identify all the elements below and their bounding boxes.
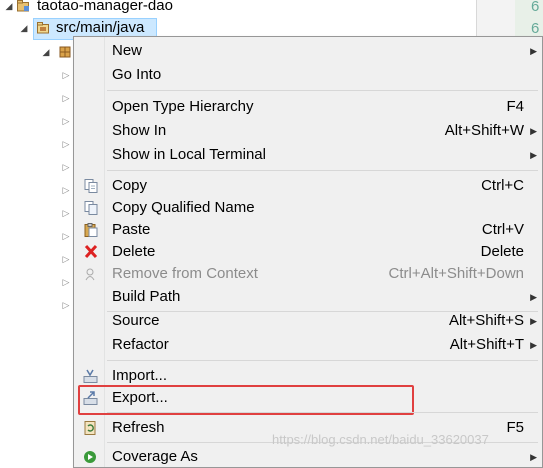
menu-item-show-in[interactable]: Show In Alt+Shift+W ▶ <box>76 120 540 142</box>
submenu-arrow-icon: ▶ <box>530 126 537 136</box>
source-folder-label: src/main/java <box>56 19 145 36</box>
project-label: taotao-manager-dao <box>37 0 173 14</box>
submenu-arrow-icon: ▶ <box>530 316 537 326</box>
menu-item-copy[interactable]: Copy Ctrl+C <box>76 175 540 197</box>
line-number: 6 <box>531 20 540 37</box>
menu-item-shortcut: Ctrl+C <box>481 177 524 194</box>
menu-item-label: Refresh <box>112 419 165 436</box>
expand-icon[interactable]: ▷ <box>61 300 71 311</box>
menu-separator <box>107 170 538 171</box>
expand-icon[interactable]: ▷ <box>61 277 71 288</box>
menu-item-remove-from-context[interactable]: Remove from Context Ctrl+Alt+Shift+Down <box>76 263 540 285</box>
menu-item-shortcut: Delete <box>480 243 524 260</box>
menu-item-new[interactable]: New ▶ <box>76 40 540 62</box>
menu-item-copy-qualified-name[interactable]: Copy Qualified Name <box>76 197 540 219</box>
menu-item-paste[interactable]: Paste Ctrl+V <box>76 219 540 241</box>
expand-icon[interactable]: ▷ <box>61 116 71 127</box>
submenu-arrow-icon: ▶ <box>530 150 537 160</box>
context-menu: New ▶ Go Into Open Type Hierarchy F4 Sho… <box>73 36 543 468</box>
menu-item-label: Delete <box>112 243 156 260</box>
menu-item-label: Import... <box>112 367 168 384</box>
menu-item-open-type-hierarchy[interactable]: Open Type Hierarchy F4 <box>76 96 540 118</box>
project-icon <box>17 0 29 12</box>
menu-item-delete[interactable]: Delete Delete <box>76 241 540 263</box>
package-icon <box>59 46 71 58</box>
expand-icon[interactable]: ▷ <box>61 254 71 265</box>
menu-item-label: New <box>112 42 143 59</box>
expand-icon[interactable]: ▷ <box>61 162 71 173</box>
tree-item-package[interactable]: ◢ <box>0 42 80 62</box>
menu-item-source[interactable]: Source Alt+Shift+S ▶ <box>76 310 540 332</box>
menu-item-refactor[interactable]: Refactor Alt+Shift+T ▶ <box>76 334 540 356</box>
import-icon <box>83 369 98 383</box>
source-folder-icon <box>37 22 49 34</box>
expand-icon[interactable]: ▷ <box>61 93 71 104</box>
menu-item-import[interactable]: Import... <box>76 365 540 387</box>
menu-item-shortcut: Ctrl+V <box>481 221 524 238</box>
tree-item-source-folder[interactable]: ◢ src/main/java <box>0 18 470 38</box>
expand-icon[interactable]: ▷ <box>61 70 71 81</box>
coverage-icon <box>84 451 96 463</box>
collapse-icon[interactable]: ◢ <box>41 42 51 62</box>
menu-item-label: Show in Local Terminal <box>112 146 266 163</box>
copy-qualified-icon <box>84 201 98 215</box>
menu-item-shortcut: F4 <box>506 98 524 115</box>
copy-icon <box>84 179 98 193</box>
submenu-arrow-icon: ▶ <box>530 452 537 462</box>
tree-item-project[interactable]: ◢ taotao-manager-dao <box>0 0 470 16</box>
collapse-icon[interactable]: ◢ <box>4 0 14 16</box>
expand-icon[interactable]: ▷ <box>61 185 71 196</box>
menu-item-label: Remove from Context <box>112 265 258 282</box>
menu-item-shortcut: Alt+Shift+T <box>449 336 524 353</box>
menu-item-label: Source <box>112 312 160 329</box>
expand-icon[interactable]: ▷ <box>61 231 71 242</box>
expand-icon[interactable]: ▷ <box>61 208 71 219</box>
delete-icon <box>84 245 98 259</box>
menu-item-label: Coverage As <box>112 448 198 465</box>
menu-item-show-in-local-terminal[interactable]: Show in Local Terminal ▶ <box>76 144 540 166</box>
remove-context-icon <box>85 268 95 281</box>
menu-item-label: Copy <box>112 177 148 194</box>
menu-item-label: Go Into <box>112 66 162 83</box>
collapse-icon[interactable]: ◢ <box>19 18 29 38</box>
menu-item-build-path[interactable]: Build Path ▶ <box>76 286 540 308</box>
submenu-arrow-icon: ▶ <box>530 46 537 56</box>
menu-item-label: Show In <box>112 122 167 139</box>
menu-item-shortcut: F5 <box>506 419 524 436</box>
menu-item-label: Build Path <box>112 288 181 305</box>
expand-icon[interactable]: ▷ <box>61 139 71 150</box>
menu-item-shortcut: Ctrl+Alt+Shift+Down <box>388 265 524 282</box>
watermark-text: https://blog.csdn.net/baidu_33620037 <box>272 432 489 447</box>
submenu-arrow-icon: ▶ <box>530 340 537 350</box>
menu-separator <box>107 90 538 91</box>
menu-item-go-into[interactable]: Go Into <box>76 64 540 86</box>
submenu-arrow-icon: ▶ <box>530 292 537 302</box>
menu-item-coverage-as[interactable]: Coverage As ▶ <box>76 446 540 468</box>
highlight-annotation-box <box>78 385 414 415</box>
menu-item-label: Refactor <box>112 336 169 353</box>
menu-item-label: Copy Qualified Name <box>112 199 255 216</box>
line-number: 6 <box>531 0 540 15</box>
refresh-icon <box>84 421 96 435</box>
menu-item-label: Paste <box>112 221 151 238</box>
menu-item-shortcut: Alt+Shift+W <box>444 122 524 139</box>
paste-icon <box>84 223 98 237</box>
menu-separator <box>107 360 538 361</box>
menu-item-label: Open Type Hierarchy <box>112 98 254 115</box>
menu-separator <box>107 412 538 413</box>
menu-item-shortcut: Alt+Shift+S <box>448 312 524 329</box>
